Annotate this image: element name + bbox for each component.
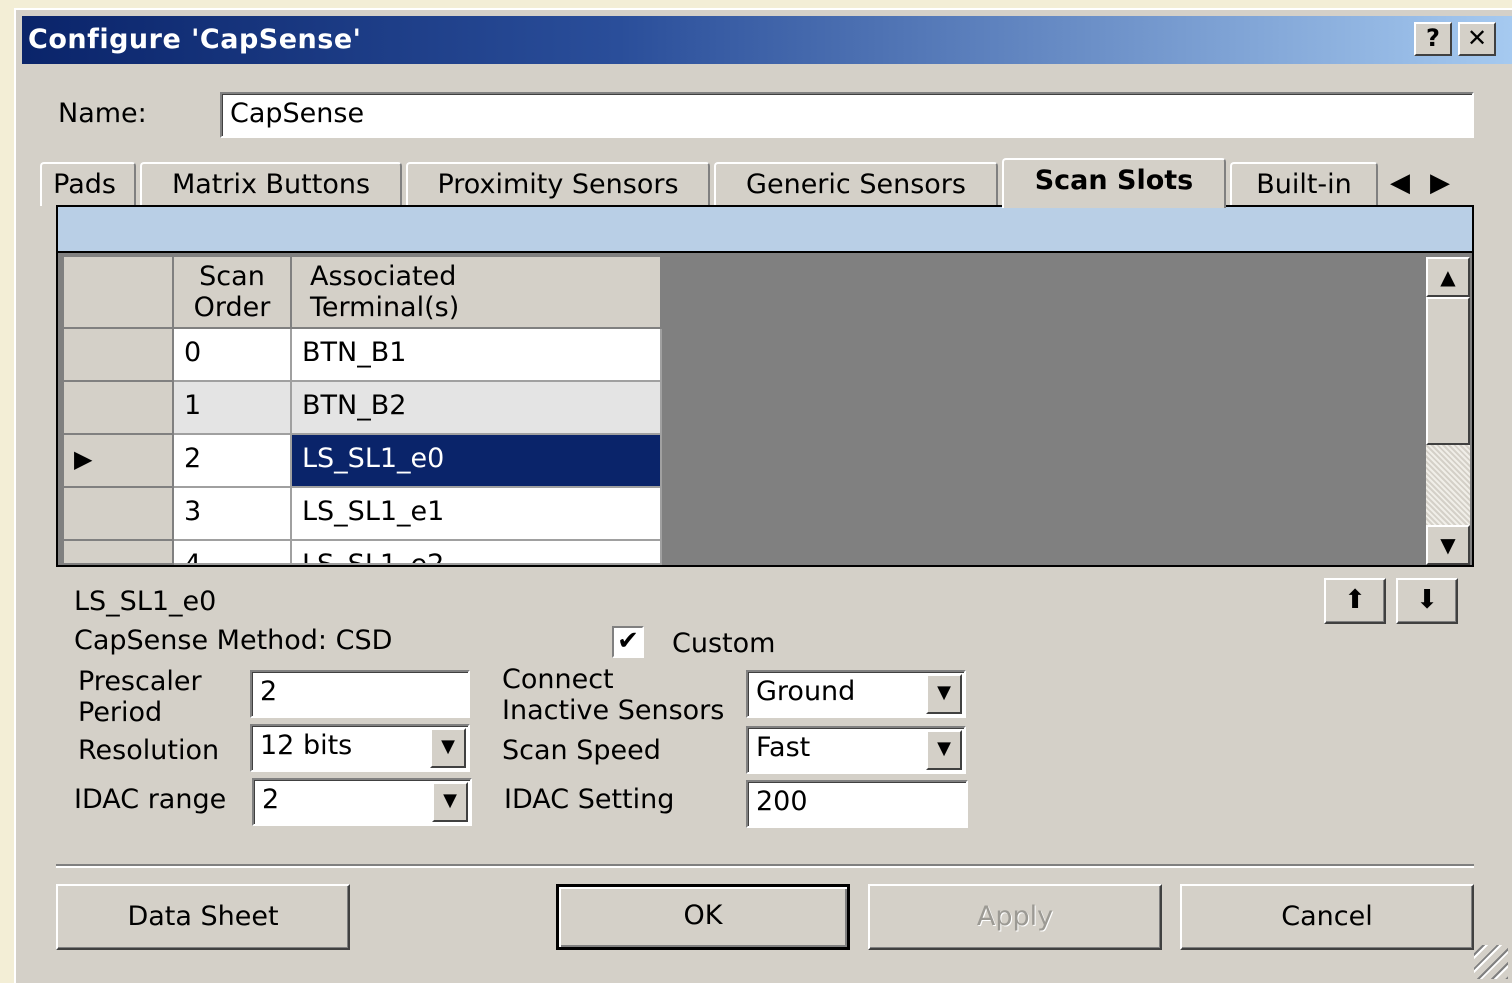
capsense-method-label: CapSense Method: CSD: [74, 625, 393, 656]
tab-pads[interactable]: Pads: [40, 162, 136, 206]
tab-built-in[interactable]: Built-in: [1230, 162, 1378, 206]
name-input[interactable]: CapSense: [220, 92, 1474, 138]
grid-vertical-scrollbar[interactable]: ▲ ▼: [1426, 257, 1470, 565]
connect-inactive-label-line1: Connect: [502, 664, 614, 695]
tab-matrix-buttons[interactable]: Matrix Buttons: [140, 162, 402, 206]
idac-range-dropdown[interactable]: 2 ▼: [252, 778, 472, 826]
tab-built-in-label: Built-in: [1256, 169, 1352, 200]
idac-setting-input[interactable]: 200: [746, 780, 968, 828]
window-title: Configure 'CapSense': [28, 24, 362, 55]
row-header-current[interactable]: ▶: [64, 435, 174, 488]
close-button[interactable]: ✕: [1458, 22, 1496, 56]
name-input-value: CapSense: [230, 98, 365, 129]
prescaler-period-label-line1: Prescaler: [78, 666, 202, 697]
checkmark-icon: ✔: [617, 626, 639, 656]
apply-button[interactable]: Apply: [868, 884, 1162, 950]
cell-scan-order[interactable]: 1: [174, 382, 292, 435]
title-bar[interactable]: Configure 'CapSense' ? ✕: [22, 16, 1512, 64]
idac-setting-label: IDAC Setting: [504, 784, 675, 815]
scroll-thumb[interactable]: [1426, 297, 1470, 445]
idac-setting-value: 200: [756, 786, 808, 817]
column-header-associated-line1: Associated: [310, 261, 457, 292]
cell-scan-order[interactable]: 3: [174, 488, 292, 541]
chevron-down-icon[interactable]: ▼: [926, 674, 962, 714]
resolution-label: Resolution: [78, 735, 220, 766]
chevron-down-icon[interactable]: ▼: [926, 730, 962, 770]
prescaler-period-label-line2: Period: [78, 697, 163, 728]
resolution-value: 12 bits: [260, 730, 353, 761]
scan-speed-dropdown[interactable]: Fast ▼: [746, 726, 966, 774]
row-header[interactable]: [64, 329, 174, 382]
connect-inactive-label-line2: Inactive Sensors: [502, 695, 725, 726]
column-header-associated-line2: Terminal(s): [310, 292, 460, 323]
name-label: Name:: [58, 98, 147, 129]
move-up-button[interactable]: ⬆: [1324, 578, 1386, 624]
prescaler-period-value: 2: [260, 676, 278, 707]
row-header[interactable]: [64, 382, 174, 435]
scan-speed-value: Fast: [756, 732, 811, 763]
chevron-down-icon[interactable]: ▼: [432, 782, 468, 822]
scan-slots-panel: Scan Order Associated Terminal(s) 0 BTN_…: [56, 205, 1474, 567]
tab-scan-slots[interactable]: Scan Slots: [1002, 158, 1226, 208]
cell-terminal[interactable]: LS_SL1_e1: [292, 488, 662, 541]
resize-grip-icon[interactable]: [1474, 945, 1508, 979]
scan-speed-label: Scan Speed: [502, 735, 661, 766]
panel-header-strip: [58, 207, 1472, 253]
tab-scan-slots-label: Scan Slots: [1034, 165, 1194, 196]
cell-scan-order[interactable]: 4: [174, 541, 292, 565]
move-down-button[interactable]: ⬇: [1396, 578, 1458, 624]
tab-generic-sensors-label: Generic Sensors: [746, 169, 966, 200]
grid-corner-header: [64, 257, 174, 329]
column-header-associated-terminals[interactable]: Associated Terminal(s): [292, 257, 662, 329]
column-header-scan-order-line2: Order: [193, 292, 271, 323]
connect-inactive-dropdown[interactable]: Ground ▼: [746, 670, 966, 718]
cell-terminal[interactable]: BTN_B2: [292, 382, 662, 435]
separator: [56, 864, 1474, 868]
tab-pads-label: Pads: [53, 169, 116, 200]
row-header[interactable]: [64, 488, 174, 541]
connect-inactive-value: Ground: [756, 676, 856, 707]
column-header-scan-order-line1: Scan: [199, 261, 265, 292]
idac-range-label: IDAC range: [74, 784, 227, 815]
tab-proximity-sensors[interactable]: Proximity Sensors: [406, 162, 710, 206]
row-header[interactable]: [64, 541, 174, 565]
cell-scan-order[interactable]: 0: [174, 329, 292, 382]
idac-range-value: 2: [262, 784, 280, 815]
cell-terminal[interactable]: LS_SL1_e2: [292, 541, 662, 565]
custom-label: Custom: [672, 628, 776, 659]
data-sheet-button[interactable]: Data Sheet: [56, 884, 350, 950]
tab-proximity-sensors-label: Proximity Sensors: [437, 169, 679, 200]
cancel-button[interactable]: Cancel: [1180, 884, 1474, 950]
current-row-arrow-icon: ▶: [74, 445, 93, 473]
prescaler-period-input[interactable]: 2: [250, 670, 470, 718]
cell-scan-order[interactable]: 2: [174, 435, 292, 488]
resolution-dropdown[interactable]: 12 bits ▼: [250, 724, 470, 772]
column-header-scan-order[interactable]: Scan Order: [174, 257, 292, 329]
tab-generic-sensors[interactable]: Generic Sensors: [714, 162, 998, 206]
cell-terminal-selected[interactable]: LS_SL1_e0: [292, 435, 662, 488]
arrow-down-icon: ⬇: [1416, 585, 1438, 615]
arrow-up-icon: ⬆: [1344, 585, 1366, 615]
scroll-down-icon[interactable]: ▼: [1426, 525, 1470, 565]
tab-scroll-left-icon[interactable]: ◀: [1390, 168, 1410, 198]
ok-button[interactable]: OK: [556, 884, 850, 950]
custom-checkbox[interactable]: ✔: [612, 626, 644, 658]
cell-terminal[interactable]: BTN_B1: [292, 329, 662, 382]
scroll-up-icon[interactable]: ▲: [1426, 257, 1470, 297]
tab-matrix-buttons-label: Matrix Buttons: [171, 169, 371, 200]
selected-sensor-name: LS_SL1_e0: [74, 586, 217, 617]
tab-scroll-right-icon[interactable]: ▶: [1430, 168, 1450, 198]
chevron-down-icon[interactable]: ▼: [430, 728, 466, 768]
help-button[interactable]: ?: [1414, 22, 1452, 56]
